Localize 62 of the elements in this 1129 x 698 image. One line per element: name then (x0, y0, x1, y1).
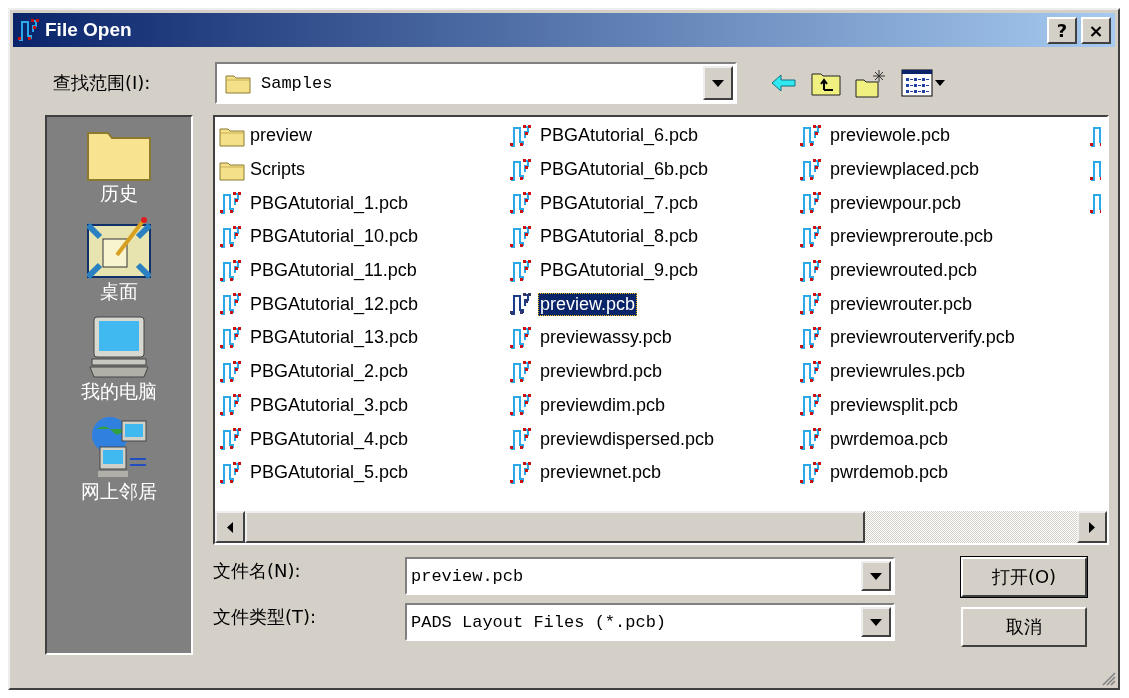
file-type-dropdown[interactable]: PADS Layout Files (*.pcb) (405, 603, 895, 641)
look-in-dropdown[interactable]: Samples (215, 62, 737, 104)
horizontal-scrollbar[interactable] (215, 511, 1107, 543)
help-button[interactable]: ? (1047, 16, 1077, 44)
file-item[interactable]: preview.pcb (509, 287, 799, 322)
right-arrow-icon[interactable] (1089, 521, 1095, 533)
file-item[interactable]: PBGAtutorial_5.pcb (219, 455, 509, 490)
file-item[interactable]: previewbrd.pcb (509, 354, 799, 389)
place-item[interactable]: 桌面 (87, 217, 151, 305)
file-item[interactable]: PBGAtutorial_4.pcb (219, 422, 509, 456)
pcb-file-icon (1089, 191, 1101, 216)
file-item[interactable]: PBGAtutorial_11.pcb (219, 253, 509, 288)
file-item[interactable]: PBGAtutorial_13.pcb (219, 321, 509, 355)
file-item[interactable]: previewdim.pcb (509, 388, 799, 423)
file-item[interactable]: previewrules.pcb (799, 354, 1089, 389)
file-item[interactable]: previewole.pcb (799, 119, 1089, 153)
place-item[interactable]: 我的电脑 (81, 315, 157, 405)
place-item[interactable]: 历史 (86, 127, 152, 207)
look-in-label: 查找范围(I): (53, 71, 152, 95)
file-name-label: 文件名(N): (213, 559, 302, 583)
file-item[interactable]: previewpreroute.pcb (799, 220, 1089, 254)
app-icon (17, 18, 41, 42)
file-item[interactable]: previewdispersed.pcb (509, 422, 799, 456)
file-item[interactable]: PBGAtutorial_2.pcb (219, 354, 509, 389)
file-item[interactable]: PBGAtutorial_7.pcb (509, 186, 799, 221)
file-item[interactable]: previewpour.pcb (799, 186, 1089, 221)
file-item[interactable]: PBGAtutorial_8.pcb (509, 220, 799, 254)
file-item[interactable]: PBGAtutorial_6.pcb (509, 119, 799, 153)
look-in-value: Samples (260, 73, 334, 93)
back-arrow-icon[interactable] (771, 73, 797, 93)
file-item[interactable]: PBGAtutorial_9.pcb (509, 253, 799, 288)
view-menu-icon[interactable] (901, 69, 945, 97)
window-title: File Open (45, 19, 133, 41)
file-item[interactable]: PBGAtutorial_10.pcb (219, 220, 509, 254)
computer-icon (88, 315, 150, 379)
resize-grip-icon[interactable] (1102, 672, 1116, 686)
file-item[interactable]: previewrouter.pcb (799, 287, 1089, 322)
desktop-icon (87, 217, 151, 279)
file-item[interactable]: previewrouterverify.pcb (799, 321, 1089, 355)
folder-item[interactable]: Scripts (219, 152, 509, 187)
file-item[interactable]: PBGAtutorial_6b.pcb (509, 152, 799, 187)
folder-item[interactable]: preview (219, 119, 509, 153)
new-folder-icon[interactable] (855, 68, 887, 98)
file-item[interactable]: previewsplit.pcb (799, 388, 1089, 423)
place-item[interactable]: 网上邻居 (81, 415, 157, 505)
file-item[interactable]: PBGAtutorial_1.pcb (219, 186, 509, 221)
file-item[interactable]: PBGAtutorial_12.pcb (219, 287, 509, 322)
file-item[interactable]: previewplaced.pcb (799, 152, 1089, 187)
file-item[interactable]: previewrouted.pcb (799, 253, 1089, 288)
file-item[interactable]: previewassy.pcb (509, 321, 799, 355)
file-name-field[interactable]: preview.pcb (405, 557, 895, 595)
close-button[interactable]: × (1081, 16, 1111, 44)
file-item[interactable]: pwrdemoa.pcb (799, 422, 1089, 456)
file-type-label: 文件类型(T): (213, 605, 318, 629)
up-folder-icon[interactable] (811, 70, 841, 96)
open-button[interactable]: 打开(O) (961, 557, 1087, 597)
file-item[interactable]: previewnet.pcb (509, 455, 799, 490)
file-item[interactable]: PBGAtutorial_3.pcb (219, 388, 509, 423)
folder-icon (225, 72, 251, 94)
cancel-button[interactable]: 取消 (961, 607, 1087, 647)
file-item[interactable]: pwrdemob.pcb (799, 455, 1089, 490)
left-arrow-icon[interactable] (227, 521, 233, 533)
